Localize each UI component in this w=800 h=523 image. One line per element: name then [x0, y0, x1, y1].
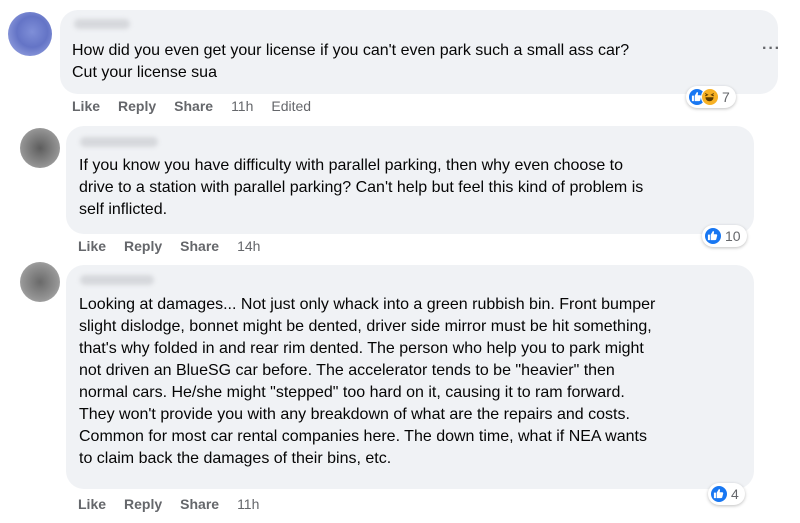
- like-button[interactable]: Like: [78, 496, 106, 512]
- author-name-blurred[interactable]: [80, 137, 158, 147]
- reaction-count: 4: [731, 486, 739, 502]
- comment-bubble: How did you even get your license if you…: [60, 10, 778, 94]
- reaction-count: 7: [722, 89, 730, 105]
- timestamp[interactable]: 14h: [237, 238, 260, 254]
- comment-text: How did you even get your license if you…: [72, 42, 630, 81]
- comment-text: If you know you have difficulty with par…: [79, 157, 644, 218]
- share-button[interactable]: Share: [180, 496, 219, 512]
- like-icon: [704, 227, 722, 245]
- timestamp[interactable]: 11h: [237, 496, 259, 512]
- avatar[interactable]: [8, 12, 52, 56]
- like-button[interactable]: Like: [78, 238, 106, 254]
- author-name-blurred[interactable]: [80, 275, 154, 285]
- comment-actions: Like Reply Share 11h Edited: [72, 98, 311, 114]
- comment-bubble: If you know you have difficulty with par…: [66, 126, 754, 234]
- reply-button[interactable]: Reply: [118, 98, 156, 114]
- share-button[interactable]: Share: [174, 98, 213, 114]
- reply-button[interactable]: Reply: [124, 238, 162, 254]
- comment-actions: Like Reply Share 11h: [78, 496, 277, 512]
- reply-button[interactable]: Reply: [124, 496, 162, 512]
- comment-bubble: Looking at damages... Not just only whac…: [66, 265, 754, 489]
- comment-actions: Like Reply Share 14h: [78, 238, 278, 254]
- reaction-summary[interactable]: 4: [708, 483, 745, 505]
- reaction-count: 10: [725, 228, 741, 244]
- haha-icon: [701, 88, 719, 106]
- like-icon: [710, 485, 728, 503]
- avatar[interactable]: [20, 128, 60, 168]
- avatar[interactable]: [20, 262, 60, 302]
- reaction-summary[interactable]: 10: [702, 225, 747, 247]
- timestamp[interactable]: 11h: [231, 98, 253, 114]
- reaction-summary[interactable]: 7: [686, 86, 736, 108]
- like-button[interactable]: Like: [72, 98, 100, 114]
- author-name-blurred[interactable]: [74, 19, 130, 29]
- more-options-icon[interactable]: ···: [762, 40, 781, 58]
- comment-text: Looking at damages... Not just only whac…: [79, 296, 656, 467]
- edited-label: Edited: [271, 98, 312, 114]
- share-button[interactable]: Share: [180, 238, 219, 254]
